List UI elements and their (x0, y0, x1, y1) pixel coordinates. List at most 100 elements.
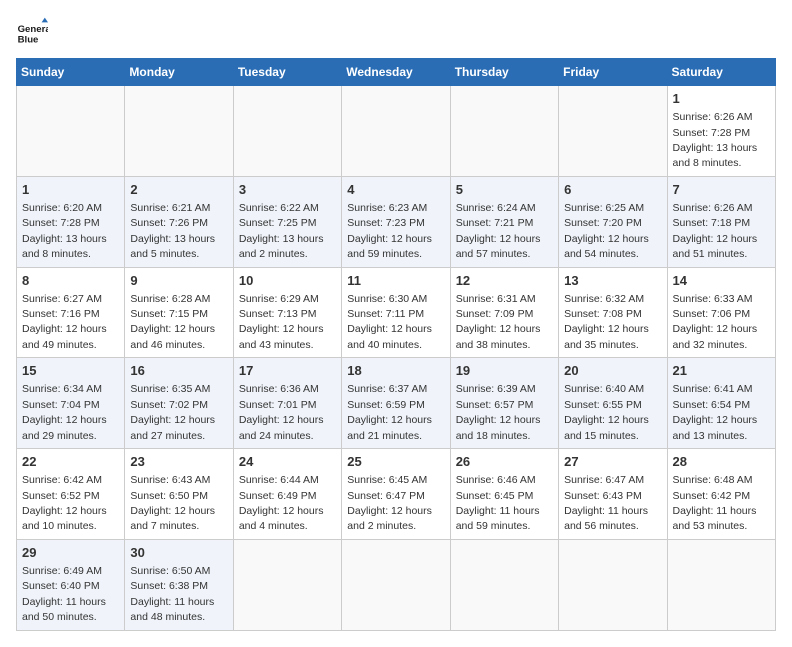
day-sunrise: Sunrise: 6:34 AM (22, 383, 102, 395)
day-sunrise: Sunrise: 6:36 AM (239, 383, 319, 395)
day-sunset: Sunset: 7:28 PM (22, 217, 100, 229)
day-sunset: Sunset: 7:15 PM (130, 308, 208, 320)
day-header-thursday: Thursday (450, 59, 558, 86)
day-sunrise: Sunrise: 6:24 AM (456, 202, 536, 214)
calendar-cell (17, 86, 125, 177)
calendar-week-row: 8Sunrise: 6:27 AMSunset: 7:16 PMDaylight… (17, 267, 776, 358)
day-sunset: Sunset: 6:38 PM (130, 580, 208, 592)
day-sunset: Sunset: 6:50 PM (130, 490, 208, 502)
day-daylight: Daylight: 12 hours and 21 minutes. (347, 414, 432, 441)
day-sunrise: Sunrise: 6:39 AM (456, 383, 536, 395)
day-daylight: Daylight: 12 hours and 27 minutes. (130, 414, 215, 441)
day-header-tuesday: Tuesday (233, 59, 341, 86)
calendar-week-row: 29Sunrise: 6:49 AMSunset: 6:40 PMDayligh… (17, 539, 776, 630)
day-number: 19 (456, 362, 553, 380)
day-sunrise: Sunrise: 6:47 AM (564, 474, 644, 486)
day-number: 17 (239, 362, 336, 380)
calendar-cell: 13Sunrise: 6:32 AMSunset: 7:08 PMDayligh… (559, 267, 667, 358)
day-daylight: Daylight: 12 hours and 49 minutes. (22, 323, 107, 350)
day-sunrise: Sunrise: 6:20 AM (22, 202, 102, 214)
day-sunrise: Sunrise: 6:45 AM (347, 474, 427, 486)
day-header-friday: Friday (559, 59, 667, 86)
day-header-sunday: Sunday (17, 59, 125, 86)
day-sunrise: Sunrise: 6:31 AM (456, 293, 536, 305)
day-sunset: Sunset: 6:49 PM (239, 490, 317, 502)
day-number: 25 (347, 453, 444, 471)
day-sunset: Sunset: 7:23 PM (347, 217, 425, 229)
calendar-cell: 27 Sunrise: 6:47 AM Sunset: 6:43 PM Dayligh… (559, 449, 667, 540)
day-daylight: Daylight: 13 hours and 8 minutes. (22, 233, 107, 260)
calendar-cell: 25Sunrise: 6:45 AMSunset: 6:47 PMDayligh… (342, 449, 450, 540)
day-daylight: Daylight: 13 hours and 8 minutes. (673, 142, 758, 169)
calendar-cell: 1Sunrise: 6:20 AMSunset: 7:28 PMDaylight… (17, 176, 125, 267)
day-daylight: Daylight: 11 hours and 53 minutes. (673, 505, 757, 532)
day-number: 20 (564, 362, 661, 380)
day-number: 28 (673, 453, 770, 471)
day-sunset: Sunset: 7:20 PM (564, 217, 642, 229)
day-sunset: Sunset: 7:04 PM (22, 399, 100, 411)
day-sunset: Sunset: 7:09 PM (456, 308, 534, 320)
day-sunset: Sunset: 7:02 PM (130, 399, 208, 411)
calendar-cell: 18Sunrise: 6:37 AMSunset: 6:59 PMDayligh… (342, 358, 450, 449)
day-number: 16 (130, 362, 227, 380)
calendar-cell (342, 539, 450, 630)
day-number: 30 (130, 544, 227, 562)
day-number: 21 (673, 362, 770, 380)
day-daylight: Daylight: 12 hours and 24 minutes. (239, 414, 324, 441)
day-daylight: Daylight: 12 hours and 4 minutes. (239, 505, 324, 532)
calendar-cell (342, 86, 450, 177)
day-sunrise: Sunrise: 6:40 AM (564, 383, 644, 395)
day-daylight: Daylight: 12 hours and 51 minutes. (673, 233, 758, 260)
day-sunset: Sunset: 7:16 PM (22, 308, 100, 320)
day-number: 11 (347, 272, 444, 290)
calendar-cell: 1Sunrise: 6:26 AMSunset: 7:28 PMDaylight… (667, 86, 775, 177)
calendar-week-row: 1Sunrise: 6:26 AMSunset: 7:28 PMDaylight… (17, 86, 776, 177)
day-daylight: Daylight: 13 hours and 5 minutes. (130, 233, 215, 260)
calendar-cell: 7Sunrise: 6:26 AMSunset: 7:18 PMDaylight… (667, 176, 775, 267)
calendar-cell: 6Sunrise: 6:25 AMSunset: 7:20 PMDaylight… (559, 176, 667, 267)
page-header: General Blue (16, 16, 776, 48)
day-sunset: Sunset: 6:59 PM (347, 399, 425, 411)
calendar-cell: 2 Sunrise: 6:21 AM Sunset: 7:26 PM Daylight… (125, 176, 233, 267)
day-daylight: Daylight: 12 hours and 29 minutes. (22, 414, 107, 441)
calendar-cell: 22Sunrise: 6:42 AMSunset: 6:52 PMDayligh… (17, 449, 125, 540)
day-daylight: Daylight: 12 hours and 10 minutes. (22, 505, 107, 532)
calendar-cell: 9Sunrise: 6:28 AMSunset: 7:15 PMDaylight… (125, 267, 233, 358)
day-number: 12 (456, 272, 553, 290)
day-daylight: Daylight: 11 hours and 48 minutes. (130, 596, 214, 623)
day-daylight: Daylight: 11 hours and 56 minutes. (564, 505, 648, 532)
calendar-week-row: 22Sunrise: 6:42 AMSunset: 6:52 PMDayligh… (17, 449, 776, 540)
calendar-cell: 3Sunrise: 6:22 AMSunset: 7:25 PMDaylight… (233, 176, 341, 267)
day-number: 3 (239, 181, 336, 199)
day-daylight: Daylight: 11 hours and 50 minutes. (22, 596, 106, 623)
day-sunrise: Sunrise: 6:21 AM (130, 202, 210, 214)
calendar-cell: 23Sunrise: 6:43 AMSunset: 6:50 PMDayligh… (125, 449, 233, 540)
day-sunset: Sunset: 7:01 PM (239, 399, 317, 411)
day-daylight: Daylight: 11 hours and 59 minutes. (456, 505, 540, 532)
calendar-cell (233, 86, 341, 177)
day-sunrise: Sunrise: 6:48 AM (673, 474, 753, 486)
day-sunrise: Sunrise: 6:46 AM (456, 474, 536, 486)
day-number: 7 (673, 181, 770, 199)
day-sunset: Sunset: 7:26 PM (130, 217, 208, 229)
day-number: 2 (130, 181, 227, 199)
calendar-cell: 19Sunrise: 6:39 AMSunset: 6:57 PMDayligh… (450, 358, 558, 449)
day-number: 22 (22, 453, 119, 471)
day-sunset: Sunset: 7:28 PM (673, 127, 751, 139)
day-daylight: Daylight: 12 hours and 57 minutes. (456, 233, 541, 260)
day-sunset: Sunset: 7:08 PM (564, 308, 642, 320)
day-sunrise: Sunrise: 6:42 AM (22, 474, 102, 486)
calendar-cell (667, 539, 775, 630)
calendar-week-row: 1Sunrise: 6:20 AMSunset: 7:28 PMDaylight… (17, 176, 776, 267)
header-row: SundayMondayTuesdayWednesdayThursdayFrid… (17, 59, 776, 86)
day-sunrise: Sunrise: 6:22 AM (239, 202, 319, 214)
day-sunset: Sunset: 6:43 PM (564, 490, 642, 502)
calendar-cell: 14Sunrise: 6:33 AMSunset: 7:06 PMDayligh… (667, 267, 775, 358)
day-sunset: Sunset: 7:25 PM (239, 217, 317, 229)
day-sunset: Sunset: 7:18 PM (673, 217, 751, 229)
day-number: 10 (239, 272, 336, 290)
calendar-cell (450, 86, 558, 177)
day-sunrise: Sunrise: 6:49 AM (22, 565, 102, 577)
day-number: 27 (564, 453, 661, 471)
day-sunset: Sunset: 7:13 PM (239, 308, 317, 320)
